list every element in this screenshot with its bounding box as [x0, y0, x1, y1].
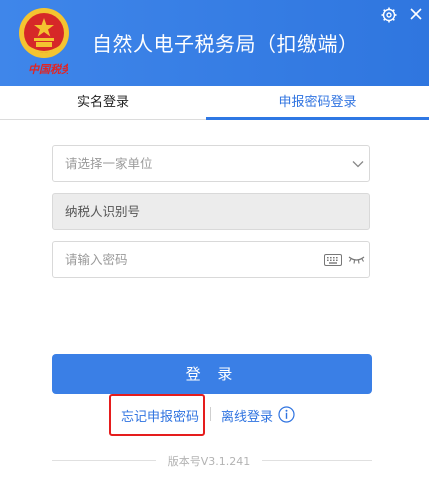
unit-select-placeholder: 请选择一家单位 — [65, 156, 153, 171]
tab-active-indicator — [206, 117, 429, 120]
unit-select[interactable]: 请选择一家单位 — [52, 145, 370, 182]
tab-divider — [0, 119, 206, 120]
app-title: 自然人电子税务局（扣缴端） — [92, 32, 359, 56]
offline-login-link[interactable]: 离线登录 — [221, 406, 273, 425]
password-placeholder: 请输入密码 — [65, 252, 128, 267]
login-button[interactable]: 登 录 — [52, 354, 372, 394]
gear-icon[interactable] — [381, 7, 397, 23]
info-icon[interactable] — [278, 406, 295, 423]
eye-closed-icon[interactable] — [348, 253, 365, 265]
keyboard-icon[interactable] — [324, 254, 342, 266]
version-divider-left — [52, 460, 156, 461]
national-emblem-icon — [19, 8, 69, 58]
header-bar: 中国税务 自然人电子税务局（扣缴端） — [0, 0, 429, 86]
tax-brand-logo: 中国税务 — [28, 63, 68, 76]
tab-realname-login[interactable]: 实名登录 — [0, 86, 206, 120]
svg-text:中国税务: 中国税务 — [28, 63, 68, 76]
link-separator — [210, 407, 211, 421]
forgot-password-link[interactable]: 忘记申报密码 — [121, 406, 199, 425]
version-label: 版本号V3.1.241 — [167, 455, 251, 468]
chevron-down-icon[interactable] — [351, 157, 365, 171]
taxpayer-id-value: 纳税人识别号 — [65, 204, 141, 219]
version-divider-right — [262, 460, 372, 461]
tab-password-login[interactable]: 申报密码登录 — [206, 86, 429, 120]
login-tabs: 实名登录 申报密码登录 — [0, 86, 429, 120]
close-icon[interactable] — [406, 4, 426, 24]
taxpayer-id-field[interactable]: 纳税人识别号 — [52, 193, 370, 230]
password-field[interactable]: 请输入密码 — [52, 241, 370, 278]
